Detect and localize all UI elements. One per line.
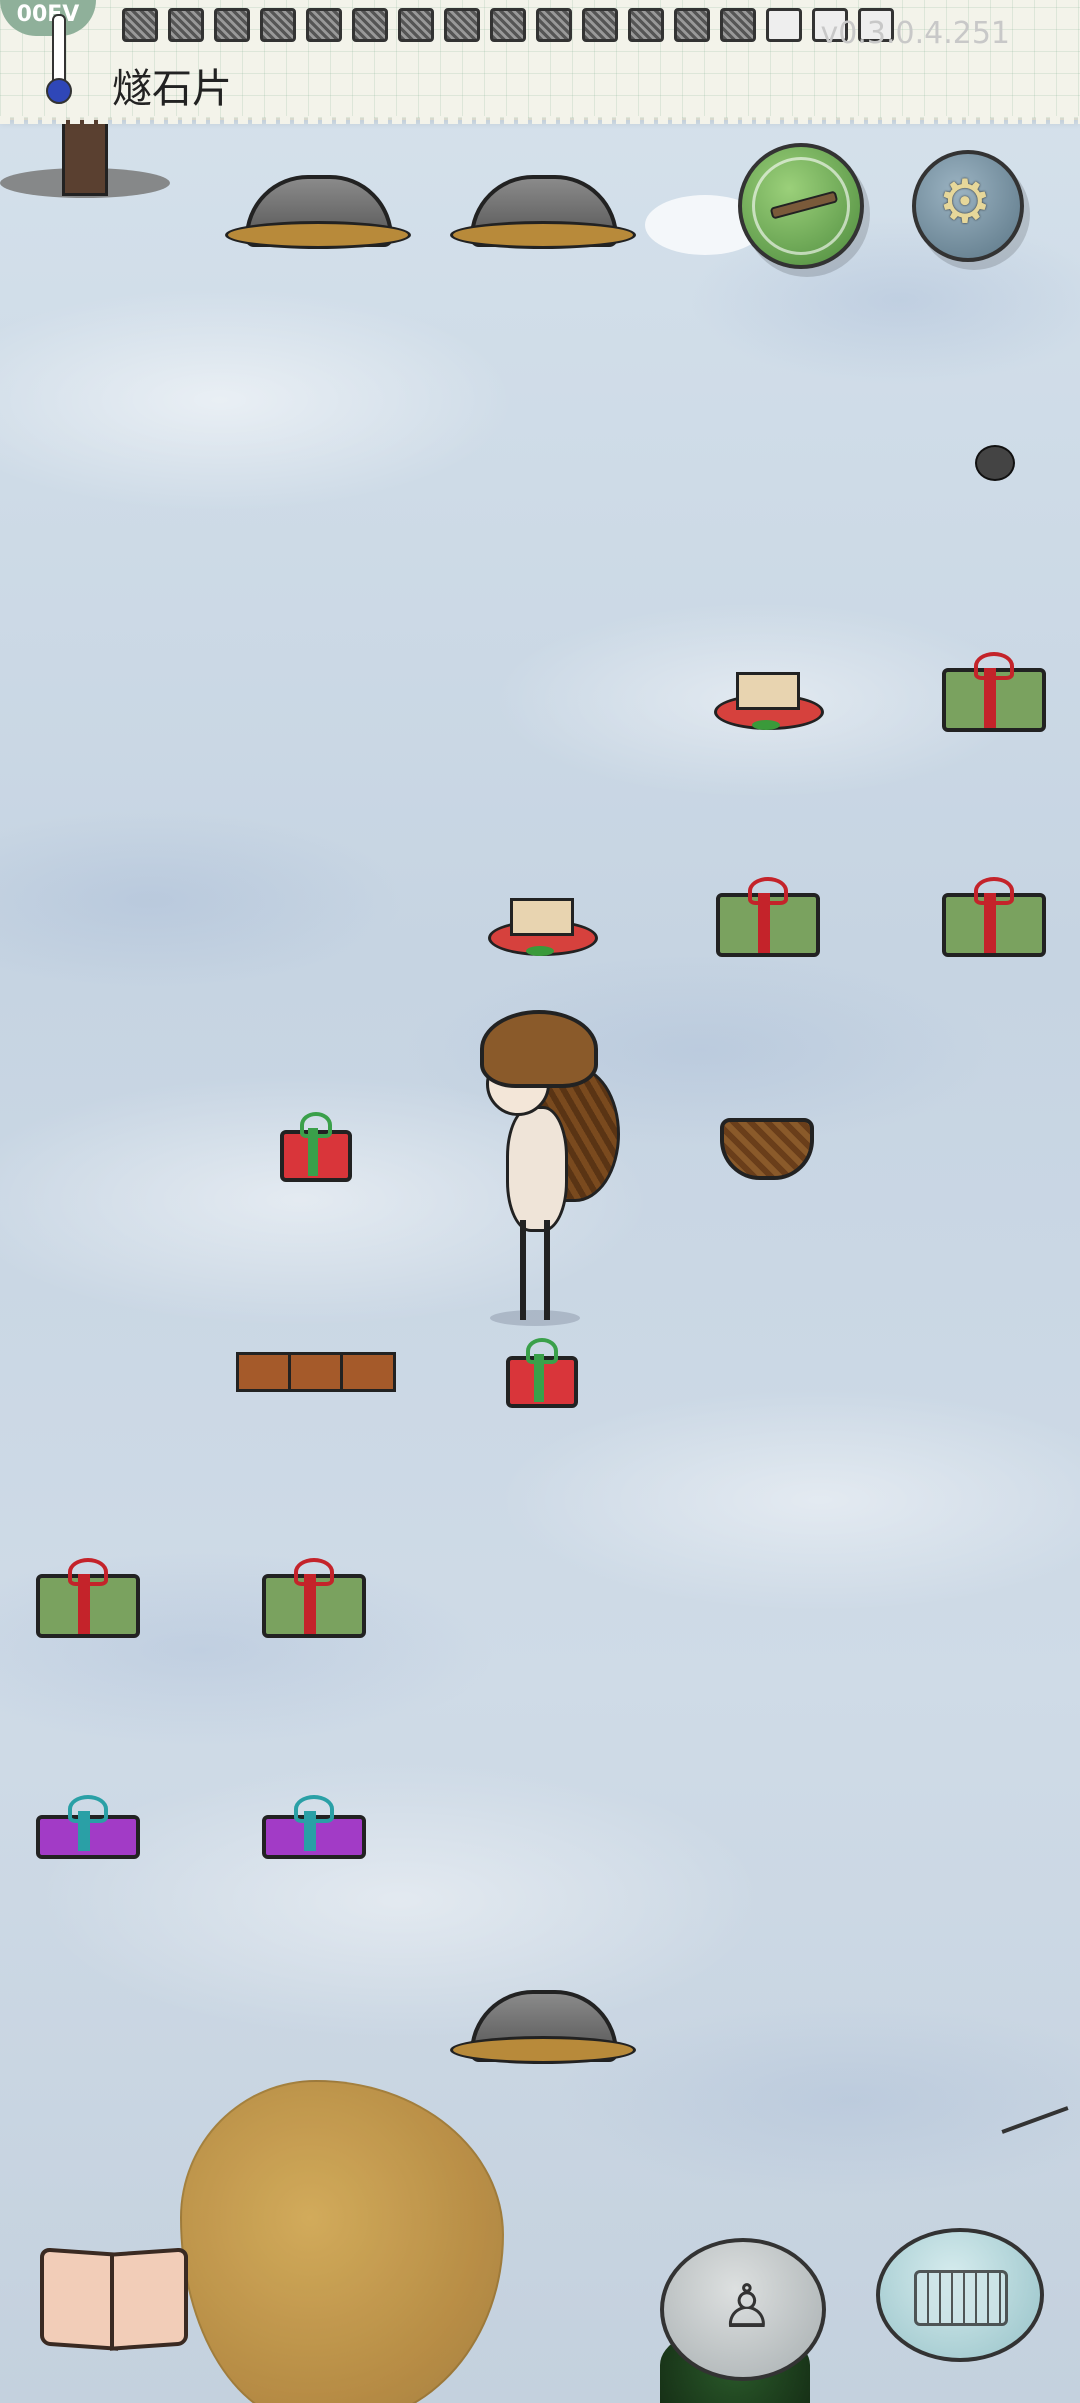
purple-gift-box[interactable] bbox=[262, 1795, 366, 1869]
green-gift-box[interactable] bbox=[36, 1558, 140, 1638]
inventory-slot[interactable] bbox=[444, 8, 480, 42]
green-gift-box[interactable] bbox=[942, 652, 1046, 732]
inventory-slot[interactable] bbox=[306, 8, 342, 42]
cake-tray[interactable] bbox=[714, 668, 824, 732]
selected-item-label: 燧石片 bbox=[112, 66, 232, 112]
emote-button[interactable]: ♙ bbox=[660, 2238, 826, 2381]
twig-sapling[interactable] bbox=[1001, 2106, 1069, 2134]
inventory-slot[interactable] bbox=[352, 8, 388, 42]
flint-pebble[interactable] bbox=[975, 445, 1015, 481]
inventory-slot[interactable] bbox=[214, 8, 250, 42]
inventory-slot[interactable] bbox=[674, 8, 710, 42]
green-gift-box[interactable] bbox=[942, 877, 1046, 957]
settings-button[interactable]: ⚙ bbox=[912, 150, 1024, 262]
map-button[interactable] bbox=[738, 143, 864, 269]
red-gift-box[interactable] bbox=[280, 1112, 352, 1182]
boulder[interactable] bbox=[450, 1980, 636, 2064]
temperature-readout: 00EV bbox=[0, 0, 96, 36]
player-character[interactable] bbox=[470, 1010, 630, 1330]
woven-basket[interactable] bbox=[720, 1112, 814, 1180]
inventory-slot[interactable] bbox=[490, 8, 526, 42]
green-gift-box[interactable] bbox=[262, 1558, 366, 1638]
cake-tray[interactable] bbox=[488, 894, 598, 958]
inventory-slot[interactable] bbox=[536, 8, 572, 42]
inventory-slot[interactable] bbox=[582, 8, 618, 42]
hud-top-bar: 00EV 燧石片 v0.3.0.4.251 bbox=[0, 0, 1080, 124]
open-book-icon bbox=[40, 2247, 118, 2351]
mud-turf bbox=[180, 2080, 504, 2403]
puppet-icon: ♙ bbox=[720, 2272, 774, 2342]
inventory-slot[interactable] bbox=[398, 8, 434, 42]
inventory-slot-empty[interactable] bbox=[766, 8, 802, 42]
thermometer-bulb-icon bbox=[46, 78, 72, 104]
red-gift-box[interactable] bbox=[506, 1338, 578, 1408]
gear-icon: ⚙ bbox=[938, 167, 992, 237]
journal-button[interactable] bbox=[40, 2240, 190, 2351]
open-book-icon bbox=[110, 2247, 188, 2351]
inventory-slot[interactable] bbox=[122, 8, 158, 42]
keyboard-icon bbox=[914, 2270, 1008, 2326]
wooden-planks[interactable] bbox=[236, 1348, 396, 1392]
purple-gift-box[interactable] bbox=[36, 1795, 140, 1869]
inventory-slot[interactable] bbox=[260, 8, 296, 42]
game-world[interactable] bbox=[0, 0, 1080, 2403]
version-text: v0.3.0.4.251 bbox=[820, 16, 1010, 51]
green-gift-box[interactable] bbox=[716, 877, 820, 957]
inventory-slot[interactable] bbox=[168, 8, 204, 42]
chat-button[interactable] bbox=[876, 2228, 1044, 2362]
boulder[interactable] bbox=[450, 165, 636, 249]
inventory-slot[interactable] bbox=[720, 8, 756, 42]
inventory-slot[interactable] bbox=[628, 8, 664, 42]
boulder[interactable] bbox=[225, 165, 411, 249]
